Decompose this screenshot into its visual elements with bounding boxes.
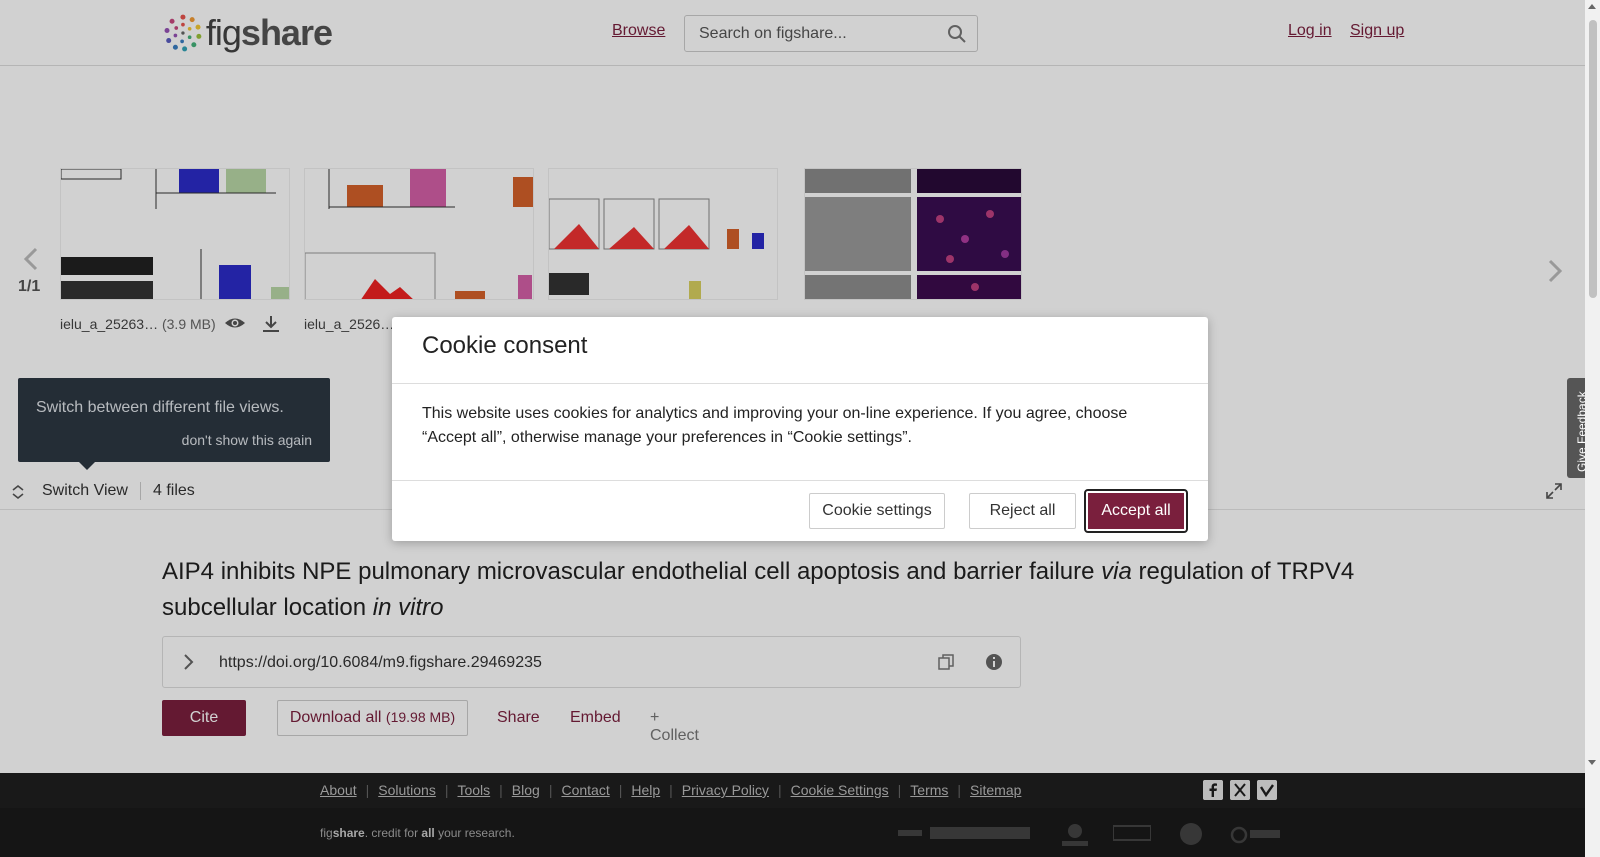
scrollbar-thumb[interactable] xyxy=(1589,20,1597,298)
divider xyxy=(392,383,1208,384)
cookie-consent-dialog: Cookie consent This website uses cookies… xyxy=(392,317,1208,541)
page-scrollbar[interactable] xyxy=(1585,0,1600,857)
cookie-dialog-title: Cookie consent xyxy=(422,332,588,359)
accept-all-button[interactable]: Accept all xyxy=(1084,489,1188,533)
divider xyxy=(392,480,1208,481)
cookie-settings-button[interactable]: Cookie settings xyxy=(809,493,945,529)
cookie-dialog-body: This website uses cookies for analytics … xyxy=(422,405,1128,446)
scroll-up-arrow-icon[interactable] xyxy=(1588,4,1596,9)
scroll-down-arrow-icon[interactable] xyxy=(1588,760,1596,765)
reject-all-button[interactable]: Reject all xyxy=(969,493,1076,529)
